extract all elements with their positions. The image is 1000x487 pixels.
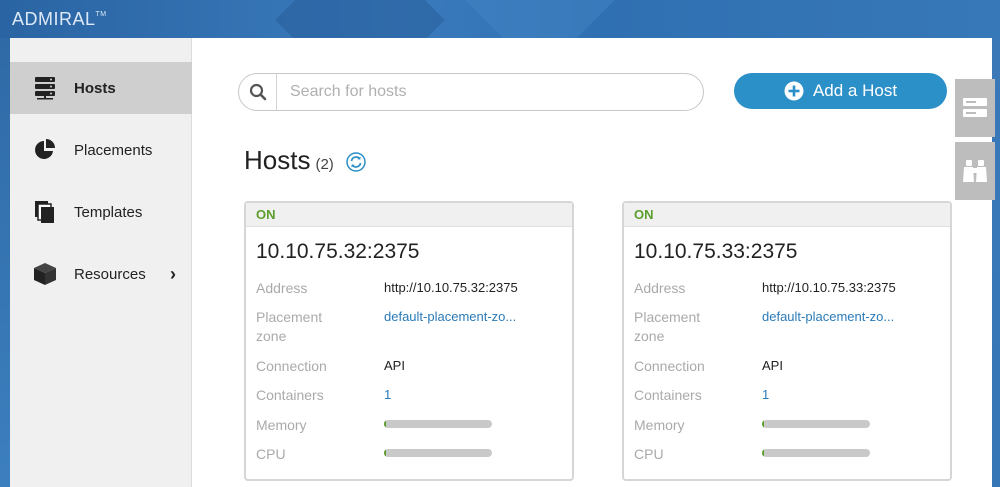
server-stack-icon xyxy=(32,75,58,101)
side-tab-servers[interactable] xyxy=(955,79,995,137)
sidebar-item-resources[interactable]: Resources › xyxy=(10,248,192,300)
connection-label: Connection xyxy=(256,358,327,374)
cpu-bar-fill xyxy=(384,449,387,457)
add-host-button[interactable]: Add a Host xyxy=(734,73,947,109)
cpu-label: CPU xyxy=(256,446,286,462)
host-name: 10.10.75.32:2375 xyxy=(256,240,420,263)
header-decoration xyxy=(455,0,625,38)
connection-label: Connection xyxy=(634,358,705,374)
app-logo[interactable]: ADMIRALTM xyxy=(12,9,107,30)
binoculars-icon xyxy=(963,160,987,182)
containers-link[interactable]: 1 xyxy=(384,387,391,402)
cpu-bar xyxy=(384,449,492,457)
connection-value: API xyxy=(384,358,405,373)
placement-label: zone xyxy=(256,328,287,344)
status-badge: ON xyxy=(624,203,950,227)
cpu-bar xyxy=(762,449,870,457)
memory-bar-fill xyxy=(762,420,765,428)
memory-bar-fill xyxy=(384,420,387,428)
placement-label: zone xyxy=(634,328,665,344)
memory-label: Memory xyxy=(634,417,685,433)
memory-bar xyxy=(762,420,870,428)
address-label: Address xyxy=(634,280,686,296)
search-box xyxy=(238,73,704,111)
page-title: Hosts xyxy=(244,145,311,175)
hosts-count: (2) xyxy=(315,156,334,173)
search-icon[interactable] xyxy=(239,74,277,110)
host-card[interactable]: ON 10.10.75.32:2375 Address http://10.10… xyxy=(244,201,574,481)
address-value: http://10.10.75.33:2375 xyxy=(762,280,896,295)
host-card[interactable]: ON 10.10.75.33:2375 Address http://10.10… xyxy=(622,201,952,481)
main-content: Add a Host Hosts (2) ON 10.10.75.32:2375… xyxy=(192,38,992,487)
status-badge: ON xyxy=(246,203,572,227)
sidebar-item-label: Templates xyxy=(74,203,143,221)
sidebar-item-placements[interactable]: Placements xyxy=(10,124,192,176)
containers-label: Containers xyxy=(634,387,702,403)
chevron-right-icon: › xyxy=(170,263,176,284)
sidebar-item-hosts[interactable]: Hosts xyxy=(10,62,203,114)
add-host-label: Add a Host xyxy=(812,81,898,100)
documents-icon xyxy=(32,199,58,225)
placement-label: Placement xyxy=(634,309,701,325)
page-heading: Hosts (2) xyxy=(244,145,366,176)
plus-circle-icon xyxy=(784,81,804,101)
refresh-icon[interactable] xyxy=(346,152,366,172)
pie-chart-icon xyxy=(32,137,58,163)
cpu-label: CPU xyxy=(634,446,664,462)
placement-link[interactable]: default-placement-zo... xyxy=(762,309,894,324)
connection-value: API xyxy=(762,358,783,373)
top-header: ADMIRALTM xyxy=(0,0,1000,38)
containers-label: Containers xyxy=(256,387,324,403)
memory-label: Memory xyxy=(256,417,307,433)
sidebar-item-label: Hosts xyxy=(74,79,116,97)
server-panel-icon xyxy=(963,98,987,117)
search-input[interactable] xyxy=(290,83,690,101)
placement-link[interactable]: default-placement-zo... xyxy=(384,309,516,324)
sidebar-item-label: Resources xyxy=(74,265,146,283)
memory-bar xyxy=(384,420,492,428)
cpu-bar-fill xyxy=(762,449,765,457)
address-value: http://10.10.75.32:2375 xyxy=(384,280,518,295)
containers-link[interactable]: 1 xyxy=(762,387,769,402)
side-tab-inspect[interactable] xyxy=(955,142,995,200)
sidebar-item-templates[interactable]: Templates xyxy=(10,186,192,238)
address-label: Address xyxy=(256,280,308,296)
sidebar-item-label: Placements xyxy=(74,141,153,159)
cube-icon xyxy=(32,261,58,287)
placement-label: Placement xyxy=(256,309,323,325)
header-decoration xyxy=(275,0,445,38)
background-strip xyxy=(0,38,10,487)
host-name: 10.10.75.33:2375 xyxy=(634,240,798,263)
sidebar: Hosts Placements Templates Resources › xyxy=(10,38,203,487)
